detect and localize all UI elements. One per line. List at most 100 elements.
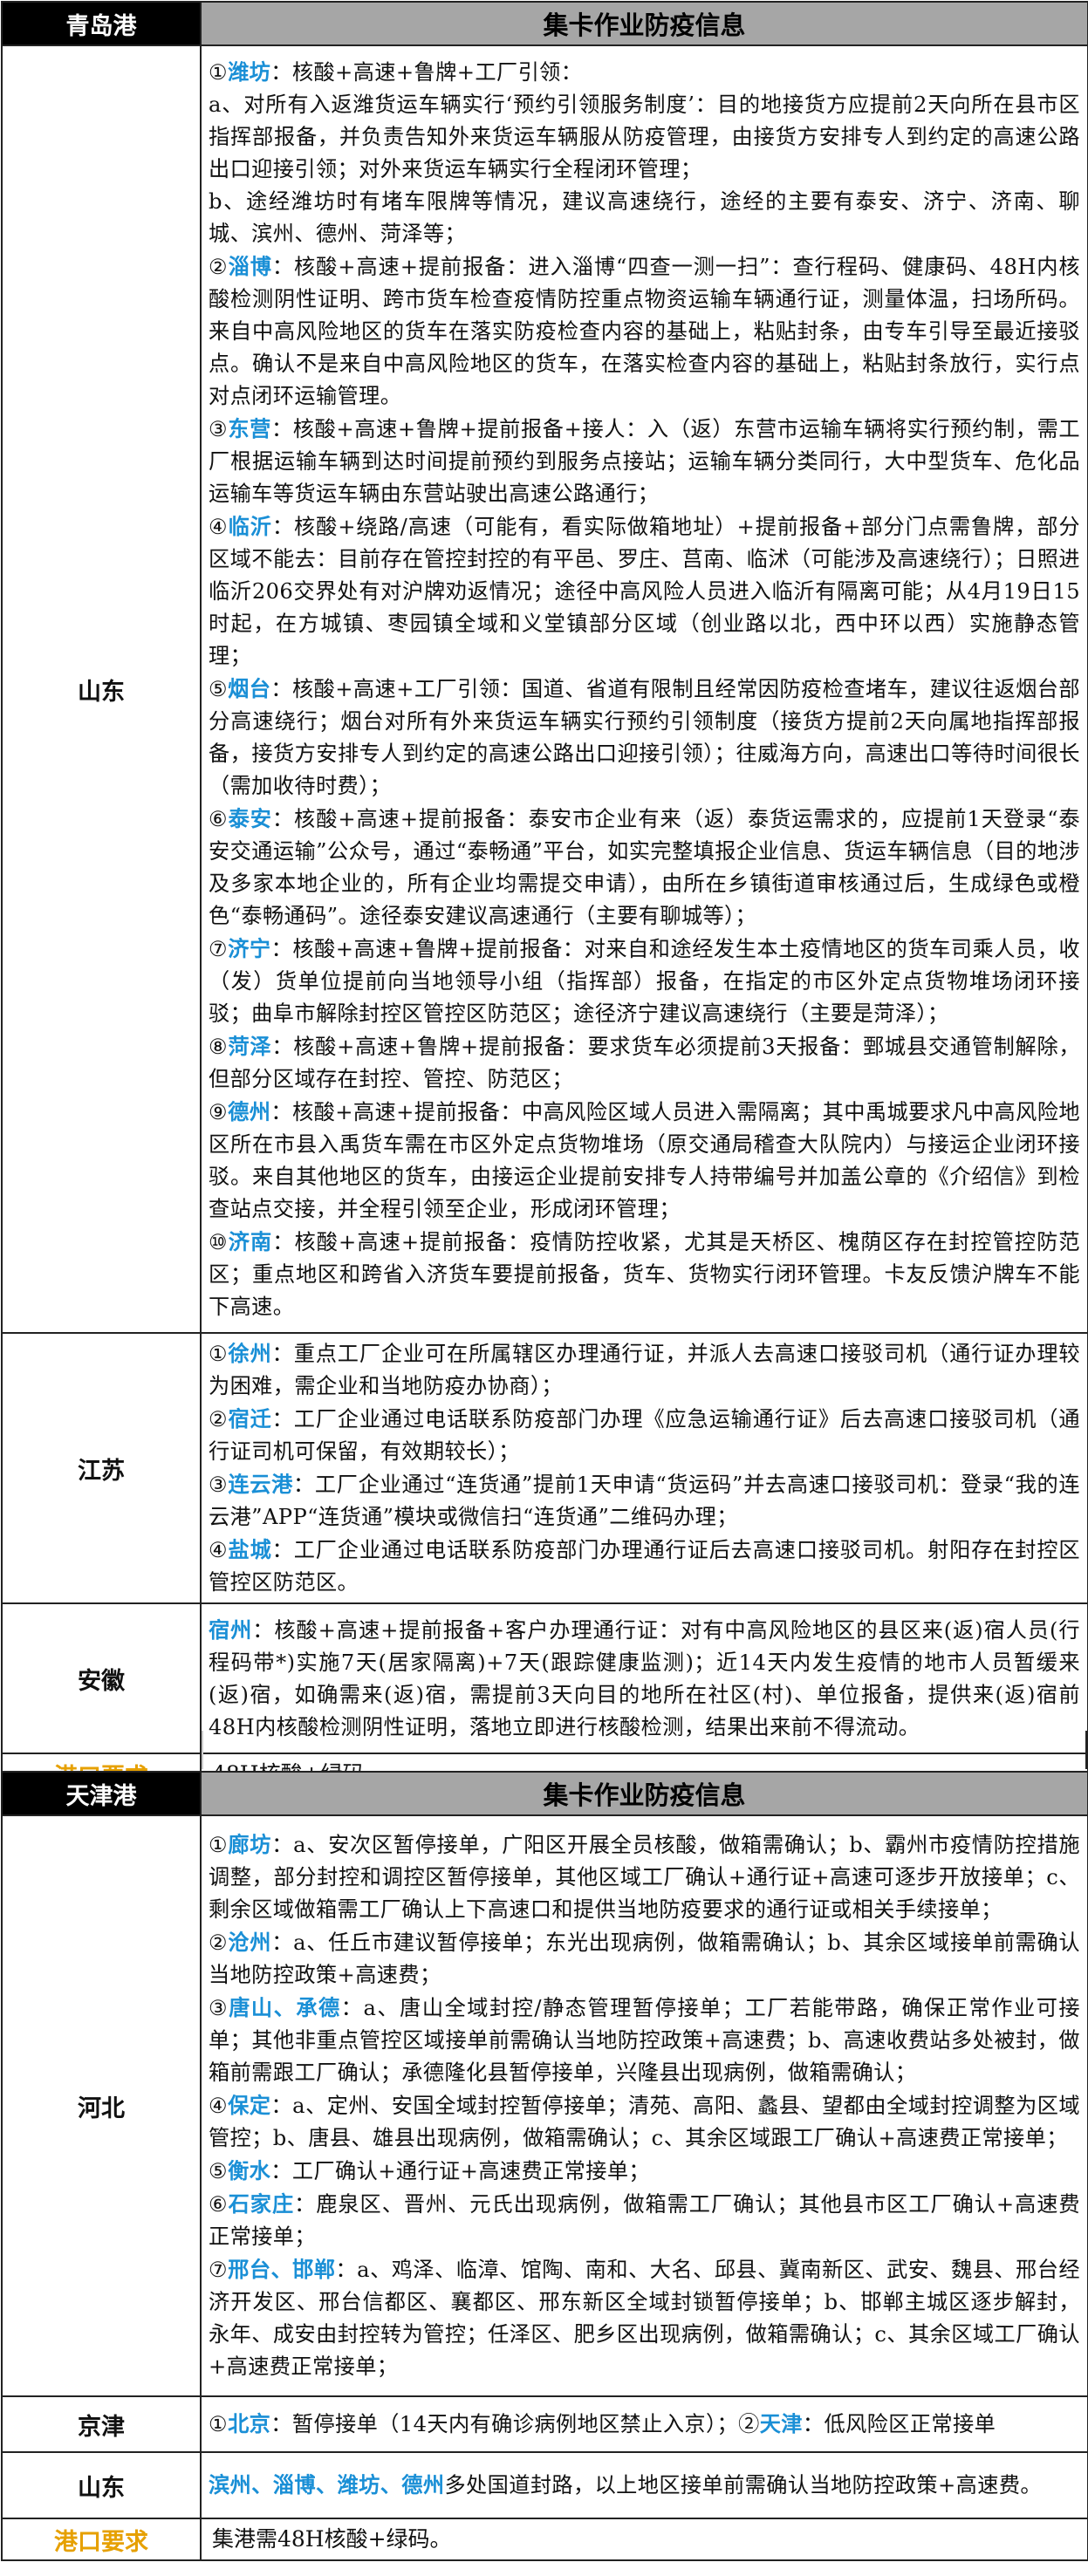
city-name: 东营 [228,415,271,441]
city-name: 天津 [759,2411,803,2436]
item-text: ：核酸+高速+鲁牌+提前报备+接人：入（返）东营市运输车辆将实行预约制，需工厂根… [209,416,1080,506]
province-label: 京津 [1,2395,202,2453]
city-name: 邢台、邯郸 [228,2257,336,2282]
city-name: 济宁 [228,935,271,961]
item-text: ：核酸+高速+提前报备：泰安市企业有来（返）泰货运需求的，应提前1天登录“泰安交… [209,806,1080,928]
province-content: ①潍坊：核酸+高速+鲁牌+工厂引领： a、对所有入返潍货运车辆实行‘预约引领服务… [200,44,1088,1334]
province-label: 山东 [1,2451,202,2519]
item-num: ⑤ [209,676,229,701]
list-item: ⑦济宁：核酸+高速+鲁牌+提前报备：对来自和途经发生本土疫情地区的货车司乘人员，… [209,933,1080,1030]
city-name: 北京 [228,2411,271,2436]
divider [202,1731,203,1769]
city-name: 烟台 [228,675,271,701]
city-name: 衡水 [228,2158,271,2183]
city-name: 潍坊 [228,58,271,85]
city-name: 宿州 [209,1616,253,1643]
item-text: ：核酸+高速+工厂引领：国道、省道有限制且经常因防疫检查堵车，建议往返烟台部分高… [209,676,1080,798]
item-num: ① [209,2412,229,2436]
list-item: ⑥石家庄：鹿泉区、晋州、元氏出现病例，做箱需工厂确认；其他县市区工厂确认+高速费… [209,2188,1080,2253]
city-name: 泰安 [228,805,272,831]
shandong-row: 山东 滨州、淄博、潍坊、德州多处国道封路，以上地区接单前需确认当地防控政策+高速… [1,2451,1088,2519]
item-num: ③ [209,1472,229,1497]
shandong-row: 山东 ①潍坊：核酸+高速+鲁牌+工厂引领： a、对所有入返潍货运车辆实行‘预约引… [1,44,1088,1334]
item-num: ⑩ [209,1229,229,1254]
item-num: ② [738,2412,760,2436]
item-num: ⑥ [209,806,229,831]
item-text: ：a、安次区暂停接单，广阳区开展全员核酸，做箱需确认；b、霸州市疫情防控措施调整… [209,1833,1080,1922]
list-item: ③东营：核酸+高速+鲁牌+提前报备+接人：入（返）东营市运输车辆将实行预约制，需… [209,413,1080,510]
city-name: 菏泽 [228,1033,272,1059]
item-text: 多处国道封路，以上地区接单前需确认当地防控政策+高速费。 [444,2473,1042,2497]
list-item: 宿州：核酸+高速+提前报备+客户办理通行证：对有中高风险地区的县区来(返)宿人员… [209,1614,1080,1744]
jingjin-row: 京津 ①北京：暂停接单（14天内有确诊病例地区禁止入京）；②天津：低风险区正常接… [1,2395,1088,2453]
item-num: ① [209,59,229,85]
list-item: ⑧菏泽：核酸+高速+鲁牌+提前报备：要求货车必须提前3天报备：鄄城县交通管制解除… [209,1030,1080,1096]
city-name: 连云港 [228,1472,294,1497]
list-item: ⑤衡水：工厂确认+通行证+高速费正常接单； [209,2155,1080,2188]
province-content: ①徐州：重点工厂企业可在所属辖区办理通行证，并派人去高速口接驳司机（通行证办理较… [200,1332,1088,1604]
tianjin-table: 天津港 集卡作业防疫信息 河北 ①廊坊：a、安次区暂停接单，广阳区开展全员核酸，… [1,1771,1088,2561]
city-name: 唐山、承德 [229,1995,341,2020]
section-header: 集卡作业防疫信息 [200,1,1088,46]
list-item: ③连云港：工厂企业通过“连货通”提前1天申请“货运码”并去高速口接驳司机：登录“… [209,1468,1080,1534]
item-num: ③ [209,416,229,441]
port-requirement-label: 港口要求 [1,2518,202,2561]
port-name: 青岛港 [1,1,202,46]
item-text: ：工厂企业通过“连货通”提前1天申请“货运码”并去高速口接驳司机：登录“我的连云… [209,1472,1080,1529]
item-num: ② [209,1407,229,1431]
province-label: 河北 [1,1814,202,2397]
list-item: ①潍坊：核酸+高速+鲁牌+工厂引领： a、对所有入返潍货运车辆实行‘预约引领服务… [209,56,1080,250]
item-text: ：核酸+高速+鲁牌+提前报备：要求货车必须提前3天报备：鄄城县交通管制解除，但部… [209,1034,1080,1091]
hebei-row: 河北 ①廊坊：a、安次区暂停接单，广阳区开展全员核酸，做箱需确认；b、霸州市疫情… [1,1814,1088,2397]
item-num: ① [209,1342,229,1366]
city-name: 徐州 [228,1341,272,1366]
port-requirement-row: 港口要求 集港需48H核酸+绿码。 [1,2518,1088,2561]
item-num: ③ [209,1996,229,2020]
list-item: ⑨德州：核酸+高速+提前报备：中高风险区域人员进入需隔离；其中禹城要求凡中高风险… [209,1096,1080,1226]
qingdao-header-row: 青岛港 集卡作业防疫信息 [1,1,1088,46]
item-num: ④ [209,2094,229,2118]
list-item: ⑥泰安：核酸+高速+提前报备：泰安市企业有来（返）泰货运需求的，应提前1天登录“… [209,803,1080,933]
list-item: ②沧州：a、任丘市建议暂停接单；东光出现病例，做箱需确认；b、其余区域接单前需确… [209,1926,1080,1992]
province-content: ①廊坊：a、安次区暂停接单，广阳区开展全员核酸，做箱需确认；b、霸州市疫情防控措… [200,1814,1088,2397]
table-gap [1,1731,1087,1769]
list-item: ②宿迁：工厂企业通过电话联系防疫部门办理《应急运输通行证》后去高速口接驳司机（通… [209,1403,1080,1468]
item-text: ：核酸+高速+鲁牌+提前报备：对来自和途经发生本土疫情地区的货车司乘人员，收（发… [209,936,1080,1026]
item-num: ⑦ [209,2258,229,2282]
city-name: 宿迁 [228,1406,272,1431]
item-num: ⑦ [209,936,229,961]
item-num: ① [209,1833,229,1857]
list-item: ④保定：a、定州、安国全域封控暂停接单；清苑、高阳、蠡县、望都由全域封控调整为区… [209,2089,1080,2155]
item-text: ：核酸+绕路/高速（可能有，看实际做箱地址）+提前报备+部分门点需鲁牌，部分区域… [209,514,1080,668]
city-name: 盐城 [228,1537,272,1562]
item-text: ：低风险区正常接单 [802,2412,996,2436]
port-requirement-value: 集港需48H核酸+绿码。 [200,2518,1088,2561]
item-text: ：暂停接单（14天内有确诊病例地区禁止入京）； [270,2412,739,2436]
city-name: 德州 [228,1098,271,1124]
province-content: 滨州、淄博、潍坊、德州多处国道封路，以上地区接单前需确认当地防控政策+高速费。 [200,2451,1088,2519]
city-name: 滨州、淄博、潍坊、德州 [209,2472,445,2497]
item-text: ：工厂企业通过电话联系防疫部门办理《应急运输通行证》后去高速口接驳司机（通行证司… [209,1407,1080,1464]
section-header: 集卡作业防疫信息 [200,1771,1088,1816]
jiangsu-row: 江苏 ①徐州：重点工厂企业可在所属辖区办理通行证，并派人去高速口接驳司机（通行证… [1,1332,1088,1604]
city-name: 廊坊 [228,1832,272,1857]
item-text: ：工厂企业通过电话联系防疫部门办理通行证后去高速口接驳司机。射阳存在封控区管控区… [209,1538,1080,1595]
city-name: 沧州 [228,1930,272,1955]
item-num: ⑨ [209,1099,229,1124]
province-content: ①北京：暂停接单（14天内有确诊病例地区禁止入京）；②天津：低风险区正常接单 [200,2395,1088,2453]
item-text: ：a、鸡泽、临漳、馆陶、南和、大名、邱县、冀南新区、武安、魏县、邢台经济开发区、… [209,2258,1080,2379]
item-text: ：核酸+高速+提前报备：中高风险区域人员进入需隔离；其中禹城要求凡中高风险地区所… [209,1099,1080,1221]
list-item: ⑩济南：核酸+高速+提前报备：疫情防控收紧，尤其是天桥区、槐荫区存在封控管控防范… [209,1226,1080,1323]
item-num: ② [209,254,229,279]
item-num: ⑥ [209,2192,229,2217]
city-name: 济南 [228,1228,273,1254]
province-label: 江苏 [1,1332,202,1604]
qingdao-table: 青岛港 集卡作业防疫信息 山东 ①潍坊：核酸+高速+鲁牌+工厂引领： a、对所有… [1,1,1088,1796]
item-text: ：核酸+高速+提前报备：进入淄博“四查一测一扫”：查行程码、健康码、48H内核酸… [209,254,1080,408]
list-item: ⑤烟台：核酸+高速+工厂引领：国道、省道有限制且经常因防疫检查堵车，建议往返烟台… [209,673,1080,803]
item-num: ④ [209,1538,229,1562]
city-name: 石家庄 [228,2191,295,2217]
port-name: 天津港 [1,1771,202,1816]
list-item: ⑦邢台、邯郸：a、鸡泽、临漳、馆陶、南和、大名、邱县、冀南新区、武安、魏县、邢台… [209,2253,1080,2383]
item-text: ：核酸+高速+提前报备：疫情防控收紧，尤其是天桥区、槐荫区存在封控管控防范区；重… [209,1229,1080,1319]
